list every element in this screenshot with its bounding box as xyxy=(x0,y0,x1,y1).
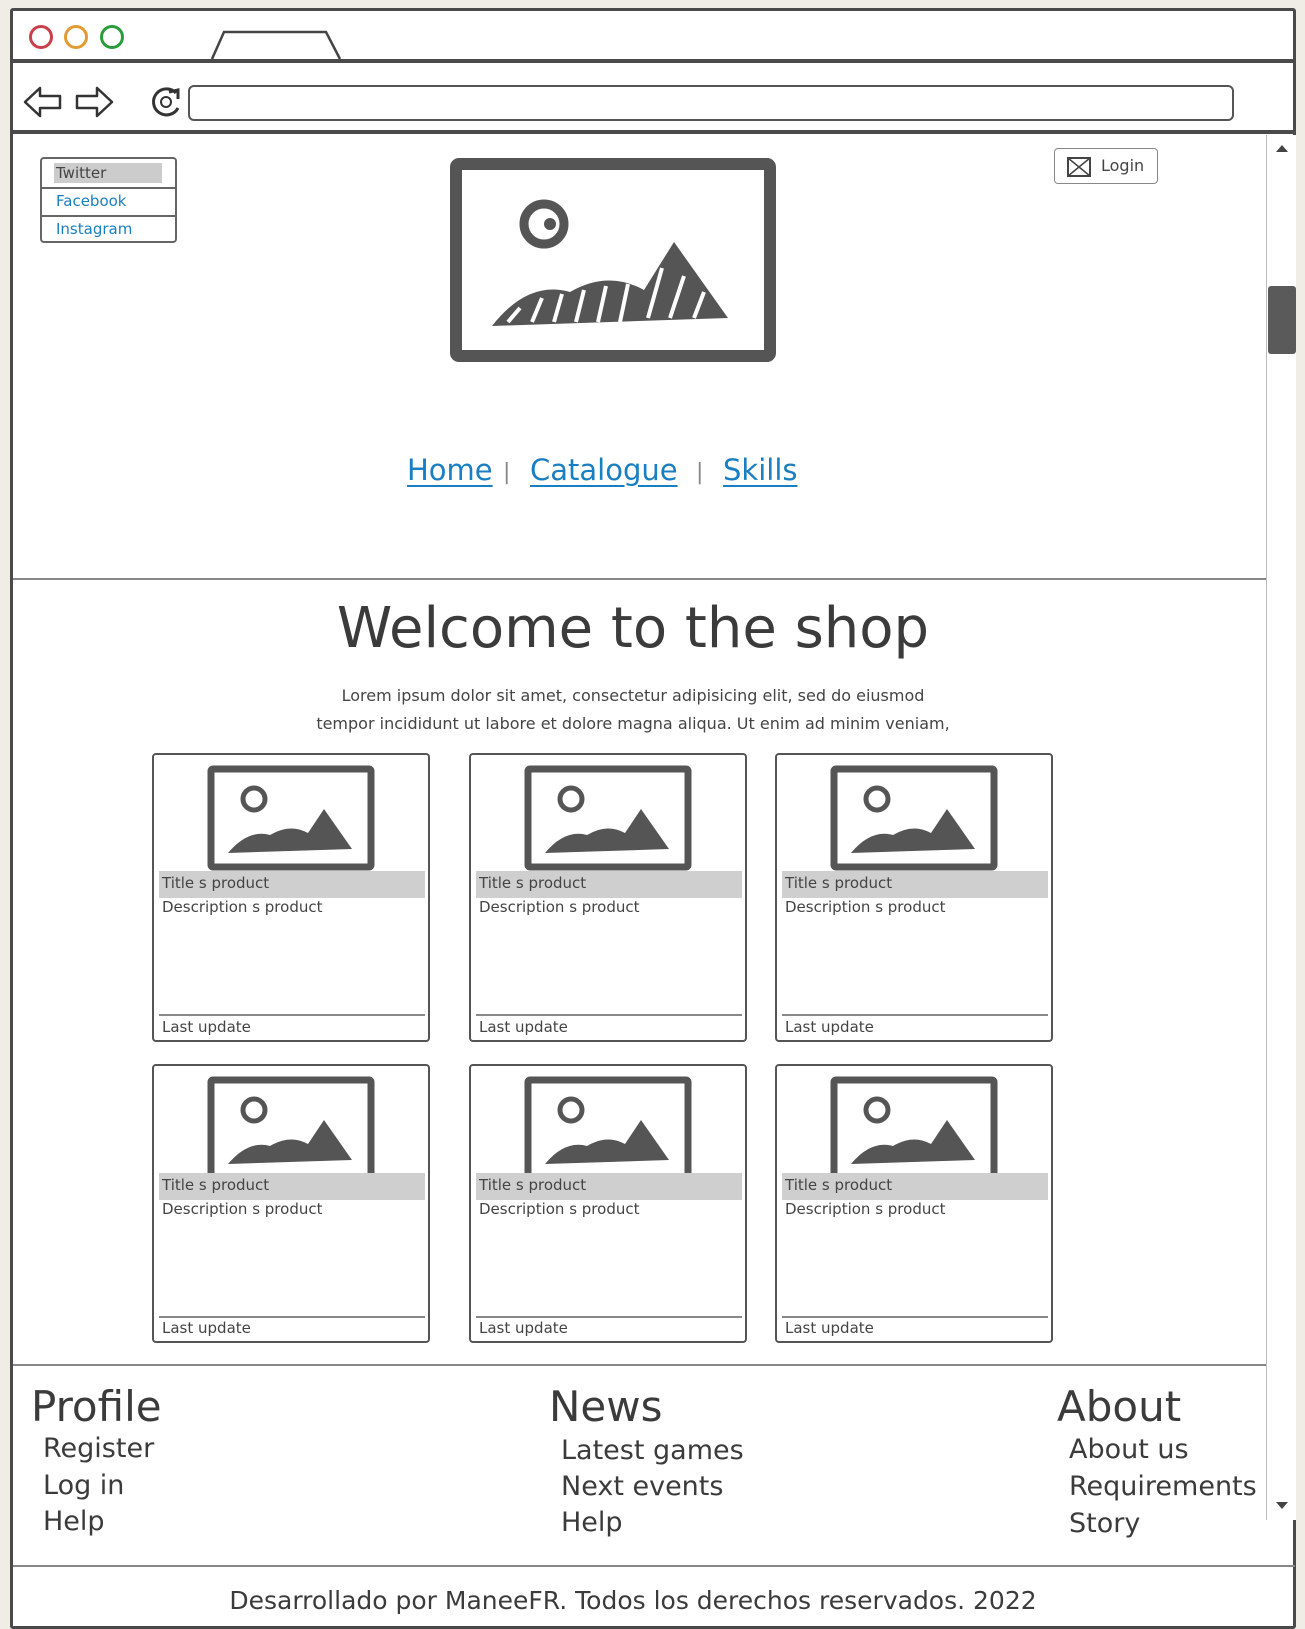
product-description: Description s product xyxy=(479,1200,640,1218)
scroll-up-icon[interactable] xyxy=(1270,140,1294,158)
product-description: Description s product xyxy=(162,1200,323,1218)
footer-link-register[interactable]: Register xyxy=(43,1433,154,1464)
divider xyxy=(782,1014,1048,1016)
maximize-window-button[interactable] xyxy=(100,25,124,49)
nav-separator: | xyxy=(503,460,511,485)
welcome-text-line2: tempor incididunt ut labore et dolore ma… xyxy=(316,714,950,733)
footer-link-help[interactable]: Help xyxy=(561,1507,623,1538)
footer-link-story[interactable]: Story xyxy=(1069,1508,1140,1539)
footer-heading-news: News xyxy=(549,1382,663,1431)
login-button[interactable]: Login xyxy=(1054,148,1158,184)
divider xyxy=(476,1014,742,1016)
browser-tab[interactable] xyxy=(210,30,342,60)
footer-link-next-events[interactable]: Next events xyxy=(561,1471,723,1502)
product-description: Description s product xyxy=(785,898,946,916)
header-divider xyxy=(13,578,1266,580)
close-window-button[interactable] xyxy=(29,25,53,49)
product-title: Title s product xyxy=(476,1173,742,1200)
product-title: Title s product xyxy=(159,871,425,898)
product-description: Description s product xyxy=(162,898,323,916)
social-link-facebook[interactable]: Facebook xyxy=(42,187,175,215)
product-card[interactable]: Title s product Description s product La… xyxy=(152,1064,430,1343)
product-last-update: Last update xyxy=(162,1319,251,1337)
footer-link-login[interactable]: Log in xyxy=(43,1470,124,1501)
image-placeholder-icon xyxy=(207,765,375,871)
welcome-text-line1: Lorem ipsum dolor sit amet, consectetur … xyxy=(341,686,925,705)
reload-icon[interactable] xyxy=(146,84,188,120)
footer-link-latest-games[interactable]: Latest games xyxy=(561,1435,744,1466)
image-placeholder-icon xyxy=(830,765,998,871)
product-last-update: Last update xyxy=(785,1018,874,1036)
image-placeholder-icon xyxy=(207,1076,375,1182)
nav-link-home[interactable]: Home xyxy=(407,453,493,487)
logo-image-placeholder xyxy=(450,158,776,362)
product-title: Title s product xyxy=(782,871,1048,898)
social-link-instagram[interactable]: Instagram xyxy=(42,215,175,243)
product-last-update: Last update xyxy=(162,1018,251,1036)
login-label: Login xyxy=(1101,156,1145,175)
nav-link-catalogue[interactable]: Catalogue xyxy=(530,453,678,487)
product-card[interactable]: Title s product Description s product La… xyxy=(469,753,747,1042)
footer-link-requirements[interactable]: Requirements xyxy=(1069,1471,1257,1502)
product-title: Title s product xyxy=(476,871,742,898)
product-card[interactable]: Title s product Description s product La… xyxy=(775,1064,1053,1343)
address-bar[interactable] xyxy=(188,85,1234,121)
back-arrow-icon[interactable] xyxy=(22,84,64,120)
toolbar-divider xyxy=(10,59,1296,63)
footer-heading-profile: Profile xyxy=(31,1382,162,1431)
divider xyxy=(159,1316,425,1318)
nav-separator: | xyxy=(696,460,704,485)
divider xyxy=(159,1014,425,1016)
product-title: Title s product xyxy=(159,1173,425,1200)
footer-link-help[interactable]: Help xyxy=(43,1506,105,1537)
copyright-text: Desarrollado por ManeeFR. Todos los dere… xyxy=(229,1586,1037,1615)
scrollbar-thumb[interactable] xyxy=(1268,286,1296,354)
mail-icon xyxy=(1067,157,1091,177)
social-link-twitter[interactable]: Twitter xyxy=(42,159,175,187)
product-last-update: Last update xyxy=(479,1319,568,1337)
product-last-update: Last update xyxy=(479,1018,568,1036)
nav-link-skills[interactable]: Skills xyxy=(723,453,797,487)
product-last-update: Last update xyxy=(785,1319,874,1337)
divider xyxy=(476,1316,742,1318)
product-card[interactable]: Title s product Description s product La… xyxy=(775,753,1053,1042)
product-description: Description s product xyxy=(785,1200,946,1218)
toolbar-divider xyxy=(10,130,1296,134)
title-bar xyxy=(13,11,1293,59)
minimize-window-button[interactable] xyxy=(64,25,88,49)
product-card[interactable]: Title s product Description s product La… xyxy=(469,1064,747,1343)
image-placeholder-icon xyxy=(830,1076,998,1182)
footer-link-about-us[interactable]: About us xyxy=(1069,1434,1189,1465)
scroll-down-icon[interactable] xyxy=(1270,1496,1294,1514)
social-links: Twitter Facebook Instagram xyxy=(40,157,177,243)
welcome-title: Welcome to the shop xyxy=(336,596,930,661)
footer-divider xyxy=(13,1364,1266,1366)
footer-heading-about: About xyxy=(1057,1382,1182,1431)
product-card[interactable]: Title s product Description s product La… xyxy=(152,753,430,1042)
copyright-divider xyxy=(13,1565,1295,1567)
image-placeholder-icon xyxy=(524,765,692,871)
product-title: Title s product xyxy=(782,1173,1048,1200)
divider xyxy=(782,1316,1048,1318)
product-description: Description s product xyxy=(479,898,640,916)
forward-arrow-icon[interactable] xyxy=(73,84,115,120)
image-placeholder-icon xyxy=(524,1076,692,1182)
